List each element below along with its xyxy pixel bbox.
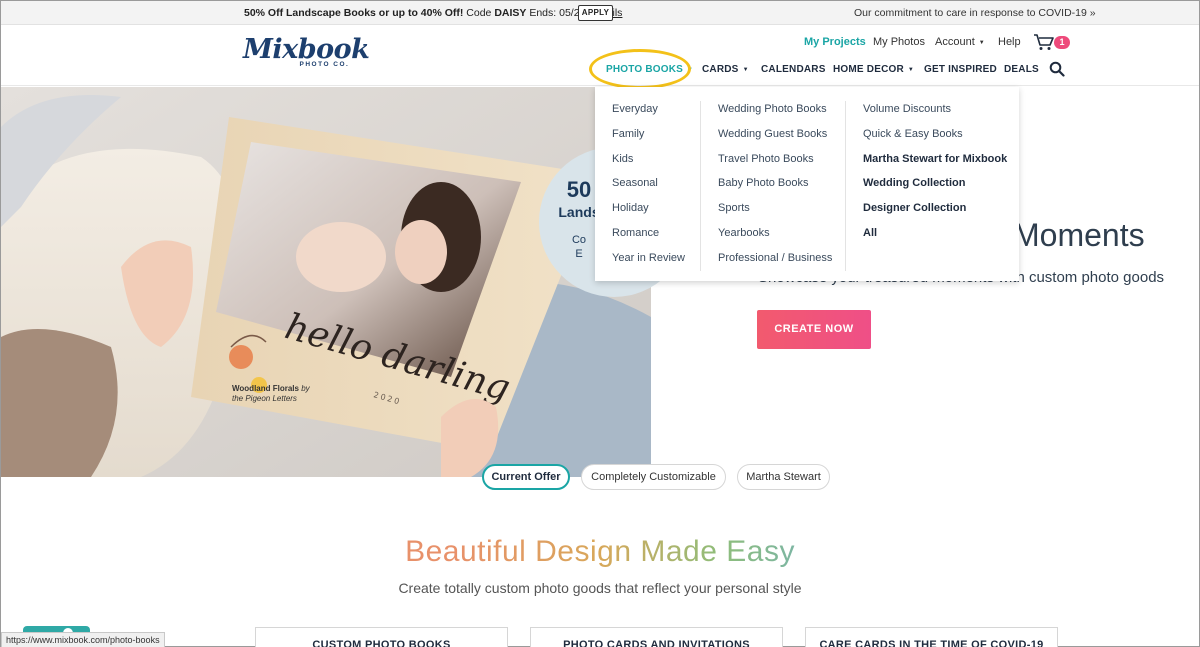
- apply-button[interactable]: APPLY: [578, 5, 613, 21]
- promo-code: DAISY: [494, 7, 527, 19]
- dropdown-item-professional-business[interactable]: Professional / Business: [718, 252, 832, 277]
- section-subtitle: Create totally custom photo goods that r…: [398, 580, 802, 596]
- card-photo-cards-invitations[interactable]: PHOTO CARDS AND INVITATIONS: [530, 627, 783, 647]
- search-icon[interactable]: [1049, 61, 1065, 77]
- account-label: Account: [935, 36, 975, 48]
- dropdown-item-martha-stewart[interactable]: Martha Stewart for Mixbook: [863, 153, 1007, 178]
- dropdown-item-travel-photo-books[interactable]: Travel Photo Books: [718, 153, 832, 178]
- dropdown-item-family[interactable]: Family: [612, 128, 685, 153]
- dropdown-item-wedding-guest-books[interactable]: Wedding Guest Books: [718, 128, 832, 153]
- dropdown-item-year-in-review[interactable]: Year in Review: [612, 252, 685, 277]
- dropdown-item-everyday[interactable]: Everyday: [612, 103, 685, 128]
- dropdown-item-wedding-photo-books[interactable]: Wedding Photo Books: [718, 103, 832, 128]
- promo-ends: Ends: 05/20: [529, 7, 586, 19]
- dropdown-item-baby-photo-books[interactable]: Baby Photo Books: [718, 177, 832, 202]
- nav-calendars[interactable]: CALENDARS: [761, 64, 826, 75]
- credit-by: by: [301, 384, 310, 393]
- credit-author: the Pigeon Letters: [232, 394, 297, 403]
- nav-cards-label: CARDS: [702, 64, 739, 75]
- tab-martha-stewart[interactable]: Martha Stewart: [737, 464, 830, 490]
- covid-link[interactable]: Our commitment to care in response to CO…: [854, 7, 1096, 19]
- dropdown-item-romance[interactable]: Romance: [612, 227, 685, 252]
- nav-cards[interactable]: CARDS ▼: [702, 64, 749, 75]
- dropdown-item-volume-discounts[interactable]: Volume Discounts: [863, 103, 1007, 128]
- chevron-down-icon: ▼: [742, 67, 749, 73]
- dropdown-column-occasions: Everyday Family Kids Seasonal Holiday Ro…: [612, 103, 685, 277]
- chevron-down-icon: ▼: [907, 67, 915, 73]
- my-photos-link[interactable]: My Photos: [873, 36, 925, 48]
- help-link[interactable]: Help: [998, 36, 1021, 48]
- hero-photo-book-image: hello darling 2020: [1, 87, 651, 477]
- design-credit: Woodland Florals by the Pigeon Letters: [232, 384, 310, 404]
- cart-icon[interactable]: [1033, 33, 1055, 51]
- hero-heading: Moments: [1013, 217, 1145, 253]
- create-now-button[interactable]: CREATE NOW: [757, 310, 871, 349]
- nav-deals[interactable]: DEALS: [1004, 64, 1039, 75]
- photo-books-highlight-ring: [589, 49, 691, 89]
- tab-completely-customizable[interactable]: Completely Customizable: [581, 464, 726, 490]
- chevron-down-icon: ▼: [978, 40, 985, 46]
- dropdown-item-yearbooks[interactable]: Yearbooks: [718, 227, 832, 252]
- my-projects-link[interactable]: My Projects: [804, 36, 866, 48]
- card-care-cards-covid[interactable]: CARE CARDS IN THE TIME OF COVID-19: [805, 627, 1058, 647]
- dropdown-item-designer-collection[interactable]: Designer Collection: [863, 202, 1007, 227]
- cart-count-badge: 1: [1054, 36, 1070, 49]
- logo-wordmark: Mixbook: [243, 34, 370, 65]
- dropdown-item-holiday[interactable]: Holiday: [612, 202, 685, 227]
- dropdown-column-collections: Volume Discounts Quick & Easy Books Mart…: [863, 103, 1007, 252]
- dropdown-divider: [845, 101, 846, 271]
- credit-design-name: Woodland Florals: [232, 384, 299, 393]
- dropdown-item-seasonal[interactable]: Seasonal: [612, 177, 685, 202]
- section-title: Beautiful Design Made Easy: [1, 535, 1199, 569]
- promo-bar: 50% Off Landscape Books or up to 40% Off…: [1, 1, 1199, 25]
- dropdown-item-wedding-collection[interactable]: Wedding Collection: [863, 177, 1007, 202]
- photo-books-dropdown: Everyday Family Kids Seasonal Holiday Ro…: [595, 87, 1019, 281]
- promo-message: 50% Off Landscape Books or up to 40% Off…: [244, 7, 622, 19]
- dropdown-item-sports[interactable]: Sports: [718, 202, 832, 227]
- dropdown-item-quick-easy-books[interactable]: Quick & Easy Books: [863, 128, 1007, 153]
- account-menu[interactable]: Account ▼: [935, 36, 985, 48]
- promo-headline: 50% Off Landscape Books or up to 40% Off…: [244, 7, 464, 19]
- dropdown-column-types: Wedding Photo Books Wedding Guest Books …: [718, 103, 832, 277]
- tab-current-offer[interactable]: Current Offer: [482, 464, 570, 490]
- mixbook-logo[interactable]: Mixbook PHOTO CO.: [243, 34, 370, 69]
- nav-get-inspired[interactable]: GET INSPIRED: [924, 64, 997, 75]
- dropdown-divider: [700, 101, 701, 271]
- dropdown-item-all[interactable]: All: [863, 227, 1007, 252]
- nav-home-decor-label: HOME DECOR: [833, 64, 904, 75]
- promo-code-label: Code: [466, 7, 492, 19]
- nav-home-decor[interactable]: HOME DECOR ▼: [833, 64, 914, 75]
- status-bar-url: https://www.mixbook.com/photo-books: [1, 632, 165, 647]
- dropdown-item-kids[interactable]: Kids: [612, 153, 685, 178]
- card-custom-photo-books[interactable]: CUSTOM PHOTO BOOKS: [255, 627, 508, 647]
